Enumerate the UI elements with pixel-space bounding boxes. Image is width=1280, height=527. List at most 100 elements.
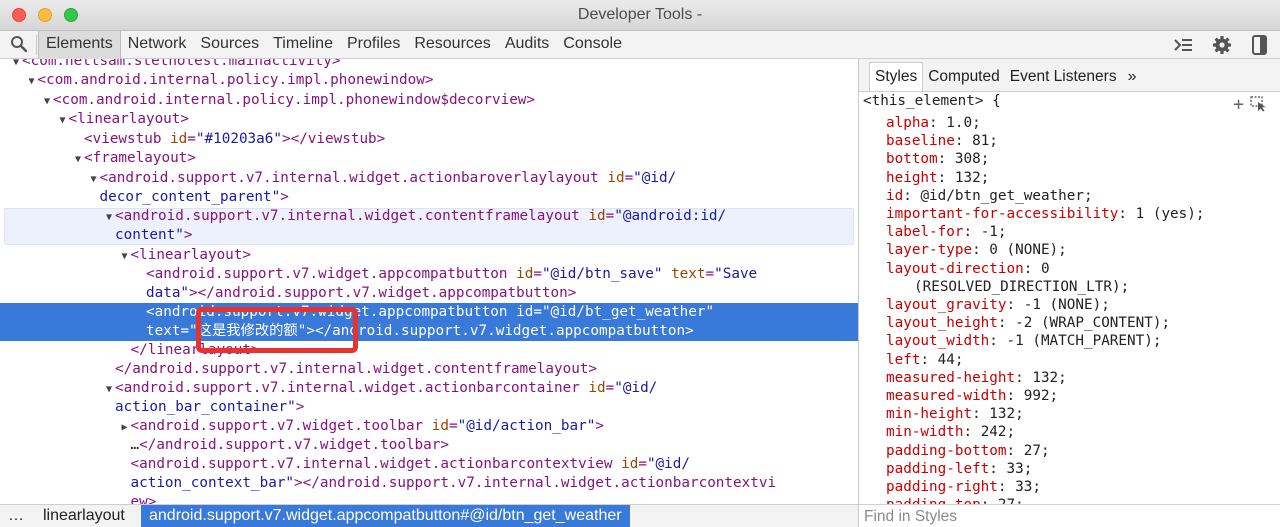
style-property[interactable]: height: 132; [886, 169, 989, 187]
dom-node-line[interactable]: ▼ <android.support.v7.internal.widget.act… [0, 169, 858, 188]
style-property[interactable]: layout_gravity: -1 (NONE); [886, 296, 1110, 314]
tab-profiles[interactable]: Profiles [340, 31, 407, 59]
dom-node-line[interactable]: ▼ <android.support.v7.internal.widget.con… [0, 207, 858, 226]
dom-tag-text: </android.support.v7.internal.widget.con… [115, 361, 598, 377]
dom-tag-text: <linearlayout> [130, 247, 252, 263]
breadcrumb-ellipsis[interactable]: … [8, 507, 24, 525]
dom-node-line[interactable]: decor_content_parent"> [0, 188, 858, 207]
style-property[interactable]: min-height: 132; [886, 405, 1024, 423]
style-property[interactable]: layer-type: 0 (NONE); [886, 241, 1067, 259]
console-drawer-icon[interactable] [1172, 35, 1194, 55]
dom-node-line[interactable]: data"></android.support.v7.widget.appcom… [0, 284, 858, 303]
style-property[interactable]: measured-width: 992; [886, 387, 1058, 405]
style-property[interactable]: id: @id/btn_get_weather; [886, 187, 1093, 205]
tab-computed[interactable]: Computed [923, 68, 1005, 91]
style-property[interactable]: label-for: -1; [886, 223, 1007, 241]
dom-node-line[interactable]: </linearlayout> [0, 341, 858, 360]
dom-val-text: content" [115, 227, 184, 243]
more-tabs-chevron-icon[interactable]: » [1122, 68, 1142, 91]
tab-resources[interactable]: Resources [407, 31, 497, 59]
dom-node-line[interactable]: ▶ <android.support.v7.widget.toolbar id="… [0, 417, 858, 436]
style-property[interactable]: padding-top: 27; [886, 496, 1024, 504]
style-property-name: min-height [886, 406, 973, 423]
style-property[interactable]: layout-direction: 0 [886, 260, 1050, 278]
style-property[interactable]: bottom: 308; [886, 150, 989, 168]
dom-tag-text: = [705, 266, 715, 282]
find-in-styles-input[interactable]: Find in Styles [859, 504, 1280, 527]
style-property-colon: : [954, 133, 973, 150]
style-property-colon: : [972, 242, 990, 259]
dom-node-line[interactable]: action_bar_container"> [0, 398, 858, 417]
style-property-value: 132; [1032, 369, 1067, 386]
dom-node-line[interactable]: <android.support.v7.widget.appcompatbutt… [0, 265, 858, 284]
tab-console[interactable]: Console [556, 31, 629, 59]
style-property[interactable]: baseline: 81; [886, 132, 998, 150]
dom-node-line[interactable]: ▼ <com.android.internal.policy.impl.phone… [0, 71, 858, 90]
dom-val-text: decor_content_parent" [99, 189, 281, 205]
tab-audits[interactable]: Audits [498, 31, 556, 59]
dom-node-line[interactable]: action_context_bar"></android.support.v7… [0, 474, 858, 493]
dom-node-line[interactable]: ▼ <linearlayout> [0, 246, 858, 265]
search-icon[interactable] [10, 35, 28, 53]
dom-val-text: action_bar_container" [115, 399, 296, 415]
style-property-value: 27; [1023, 442, 1050, 459]
style-property-value: 0 (NONE); [989, 242, 1067, 259]
style-property-name: padding-right [886, 479, 998, 495]
dom-val-text: action_context_bar" [130, 475, 295, 491]
style-property[interactable]: min-width: 242; [886, 423, 1015, 441]
collapse-arrow-icon[interactable]: ▼ [57, 111, 69, 130]
dom-tag-text: <android.support.v7.widget.toolbar [130, 418, 432, 434]
style-property-value: 33; [1006, 460, 1033, 477]
style-property[interactable]: important-for-accessibility: 1 (yes); [886, 205, 1205, 223]
style-property[interactable]: padding-right: 33; [886, 478, 1041, 496]
dom-node-line[interactable]: ▼ <linearlayout> [0, 110, 858, 129]
style-property[interactable]: padding-left: 33; [886, 460, 1032, 478]
dom-node-line[interactable]: <viewstub id="#10203a6"></viewstub> [0, 130, 858, 149]
style-property[interactable]: layout_height: -2 (WRAP_CONTENT); [886, 314, 1170, 332]
dom-node-line[interactable]: text="这是我修改的额"></android.support.v7.widg… [0, 322, 858, 341]
collapse-arrow-icon[interactable]: ▼ [26, 72, 38, 91]
breadcrumb-item-selected-button[interactable]: android.support.v7.widget.appcompatbutto… [141, 505, 630, 527]
expand-arrow-icon[interactable]: ▶ [119, 418, 131, 437]
elements-tree[interactable]: ▼ <com.nettsam.stetnotest.mainactivity> ▼ <… [0, 59, 858, 504]
style-property[interactable]: padding-bottom: 27; [886, 442, 1050, 460]
dom-node-line[interactable]: ▼ <android.support.v7.internal.widget.act… [0, 379, 858, 398]
dom-node-line[interactable]: ▼ <com.nettsam.stetnotest.mainactivity> [0, 59, 858, 71]
tab-network[interactable]: Network [121, 31, 194, 59]
style-property[interactable]: layout_width: -1 (MATCH_PARENT); [886, 332, 1161, 350]
toggle-element-state-icon[interactable] [1250, 96, 1268, 112]
dom-attr-text: id [431, 418, 449, 434]
style-property[interactable]: (RESOLVED_DIRECTION_LTR); [914, 278, 1129, 296]
collapse-arrow-icon[interactable]: ▼ [103, 380, 115, 399]
collapse-arrow-icon[interactable]: ▼ [88, 170, 100, 189]
style-property-colon: : [1023, 260, 1041, 277]
style-property-name: baseline [886, 133, 955, 150]
dom-tag-text: = [533, 304, 542, 320]
gear-icon[interactable] [1211, 35, 1233, 55]
collapse-arrow-icon[interactable]: ▼ [72, 150, 84, 169]
dom-tag-text: <android.support.v7.internal.widget.acti… [130, 456, 622, 472]
dom-node-line[interactable]: ew> [0, 493, 858, 504]
tab-event-listeners[interactable]: Event Listeners [1005, 68, 1122, 91]
new-style-rule-icon[interactable]: + [1233, 94, 1244, 115]
dom-node-line[interactable]: ▼ <framelayout> [0, 149, 858, 168]
dom-node-line[interactable]: <android.support.v7.internal.widget.acti… [0, 455, 858, 474]
collapse-arrow-icon[interactable]: ▼ [41, 92, 53, 111]
tab-styles[interactable]: Styles [869, 62, 924, 91]
dom-node-line[interactable]: content"> [0, 226, 858, 245]
collapse-arrow-icon[interactable]: ▼ [103, 208, 115, 227]
breadcrumb-item-linearlayout[interactable]: linearlayout [43, 507, 125, 525]
dom-node-line[interactable]: ▼ <com.android.internal.policy.impl.phone… [0, 91, 858, 110]
dock-side-icon[interactable] [1249, 35, 1271, 55]
tab-elements[interactable]: Elements [38, 31, 121, 59]
dom-node-line[interactable]: …</android.support.v7.widget.toolbar> [0, 436, 858, 455]
dom-tag-text: <framelayout> [84, 150, 196, 166]
tab-sources[interactable]: Sources [193, 31, 266, 59]
dom-node-line[interactable]: <android.support.v7.widget.appcompatbutt… [0, 303, 858, 322]
style-property[interactable]: left: 44; [886, 351, 963, 369]
tab-timeline[interactable]: Timeline [266, 31, 340, 59]
collapse-arrow-icon[interactable]: ▼ [119, 247, 131, 266]
style-property[interactable]: measured-height: 132; [886, 369, 1067, 387]
dom-node-line[interactable]: </android.support.v7.internal.widget.con… [0, 360, 858, 379]
style-property[interactable]: alpha: 1.0; [886, 114, 981, 132]
